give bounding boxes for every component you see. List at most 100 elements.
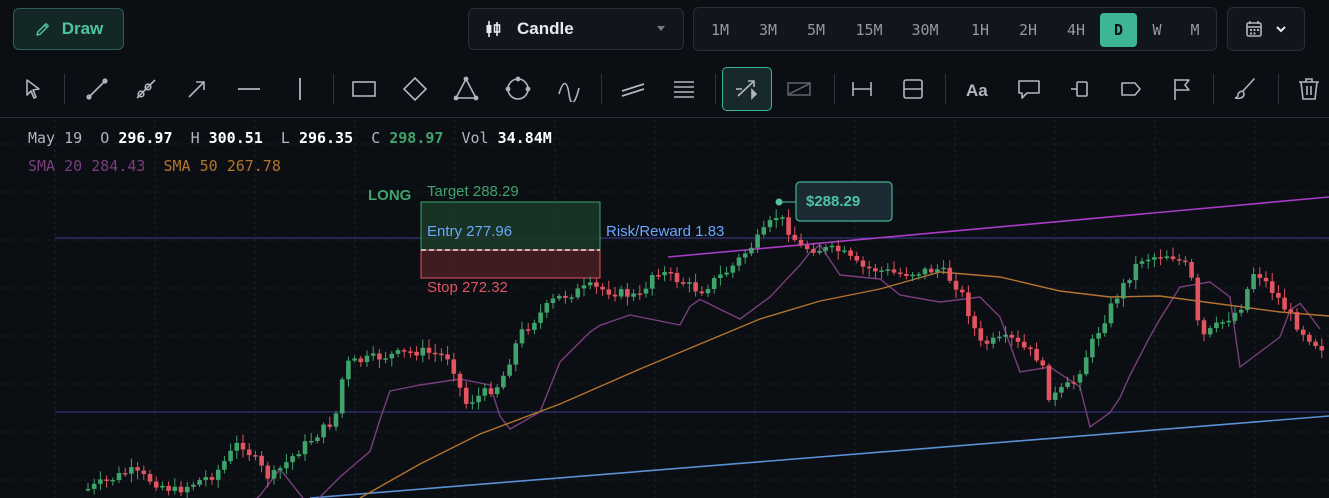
flag-tool[interactable]	[1157, 67, 1207, 111]
candle-body	[978, 328, 984, 341]
delete-tool[interactable]	[1284, 67, 1329, 111]
ray-tool[interactable]	[121, 67, 171, 111]
candle-body	[984, 340, 990, 344]
candle-body	[1015, 337, 1021, 342]
price-callout-label: $288.29	[806, 193, 860, 210]
long-position-icon	[736, 80, 758, 100]
timeframe-1h[interactable]: 1H	[960, 13, 1000, 47]
short-position-tool[interactable]	[774, 67, 824, 111]
trash-icon	[1299, 78, 1319, 100]
candle-body	[730, 265, 736, 273]
candle-body	[947, 267, 953, 281]
date-range-tool[interactable]	[888, 67, 938, 111]
timeframe-30m[interactable]: 30M	[902, 13, 948, 47]
candle-body	[773, 218, 779, 221]
date-picker-button[interactable]	[1227, 7, 1305, 51]
timeframe-15m[interactable]: 15M	[846, 13, 892, 47]
candle-body	[668, 272, 674, 274]
price-chart[interactable]: LONG Target 288.29 Entry 277.96 Risk/Reward…	[0, 119, 1329, 498]
candle-body	[284, 462, 289, 469]
candle-body	[1127, 280, 1132, 284]
chart-type-label: Candle	[517, 19, 574, 38]
candle-body	[680, 282, 686, 284]
date-range-icon	[903, 79, 923, 99]
candle-body	[209, 477, 215, 480]
draw-label: Draw	[61, 19, 104, 38]
candle-body	[228, 450, 233, 462]
candle-body	[910, 274, 915, 277]
candle-body	[550, 298, 556, 304]
curve-tool[interactable]	[544, 67, 594, 111]
candle-body	[811, 249, 816, 253]
vertical-line-tool[interactable]	[275, 67, 325, 111]
rotated-rectangle-tool[interactable]	[390, 67, 440, 111]
chart-area[interactable]: LONG Target 288.29 Entry 277.96 Risk/Reward…	[0, 119, 1329, 498]
candle-body	[1152, 257, 1157, 260]
sma20-value: 284.43	[91, 157, 146, 175]
timeframe-3m[interactable]: 3M	[748, 13, 788, 47]
candle-body	[1096, 333, 1101, 339]
candle-body	[1263, 277, 1269, 282]
arrow-tool[interactable]	[172, 67, 222, 111]
candle-body	[854, 255, 860, 261]
price-range-tool[interactable]	[837, 67, 887, 111]
candle-body	[160, 485, 165, 488]
candle-body	[1108, 303, 1114, 324]
candle-body	[1145, 259, 1151, 262]
draw-button[interactable]: Draw	[13, 8, 124, 50]
parallel-channel-tool[interactable]	[608, 67, 658, 111]
candle-body	[1307, 334, 1312, 342]
tag-tool[interactable]	[1106, 67, 1156, 111]
timeframe-1m[interactable]: 1M	[700, 13, 740, 47]
candle-body	[129, 467, 134, 474]
legend-date: May 19	[28, 129, 83, 147]
candle-body	[377, 353, 382, 360]
timeframe-group: 1M 3M 5M 15M 30M 1H 2H 4H D W M	[693, 7, 1217, 51]
candle-body	[631, 293, 636, 297]
candle-body	[699, 291, 705, 294]
candle-body	[742, 253, 748, 258]
candle-body	[1164, 256, 1170, 259]
candle-body	[1176, 259, 1182, 261]
candle-body	[1183, 260, 1188, 263]
fib-retracement-tool[interactable]	[659, 67, 709, 111]
triangle-tool[interactable]	[441, 67, 491, 111]
candle-body	[1282, 297, 1287, 310]
timeframe-2h[interactable]: 2H	[1008, 13, 1048, 47]
candle-body	[606, 289, 612, 295]
candle-body	[532, 322, 537, 330]
candle-body	[277, 468, 283, 471]
brush-tool[interactable]	[1220, 67, 1270, 111]
candle-body	[339, 379, 345, 414]
candle-body	[389, 353, 395, 359]
text-tool[interactable]: Aa	[953, 67, 1003, 111]
cursor-tool[interactable]	[8, 67, 58, 111]
price-label-tool[interactable]	[1055, 67, 1105, 111]
callout-tool[interactable]	[1004, 67, 1054, 111]
legend-open-label: O	[100, 129, 110, 147]
long-position-tool[interactable]	[722, 67, 772, 111]
chart-type-select[interactable]: Candle	[468, 8, 684, 50]
candle-body	[457, 373, 463, 388]
candle-body	[916, 274, 922, 276]
candle-body	[308, 441, 314, 443]
timeframe-d[interactable]: D	[1100, 13, 1137, 47]
trendline-tool[interactable]	[72, 67, 122, 111]
cursor-icon	[26, 79, 40, 99]
ray-icon	[136, 79, 156, 99]
candle-body	[767, 220, 773, 228]
candle-body	[197, 480, 202, 485]
timeframe-w[interactable]: W	[1140, 13, 1174, 47]
horizontal-line-tool[interactable]	[224, 67, 274, 111]
candle-body	[718, 274, 723, 279]
timeframe-5m[interactable]: 5M	[796, 13, 836, 47]
timeframe-m[interactable]: M	[1178, 13, 1212, 47]
rectangle-tool[interactable]	[339, 67, 389, 111]
candle-body	[662, 272, 667, 276]
circle-tool[interactable]	[493, 67, 543, 111]
candle-body	[1003, 334, 1008, 337]
timeframe-4h[interactable]: 4H	[1056, 13, 1096, 47]
candle-body	[860, 260, 866, 267]
arrow-icon	[188, 81, 205, 98]
vertical-line-icon	[299, 78, 301, 100]
